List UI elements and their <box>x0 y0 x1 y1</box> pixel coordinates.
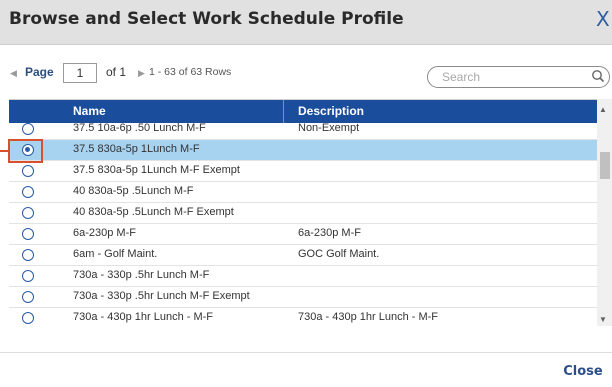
column-header-name[interactable]: Name <box>73 104 106 118</box>
row-description: 730a - 430p 1hr Lunch - M-F <box>298 311 439 323</box>
search-input[interactable] <box>428 67 602 87</box>
table-row[interactable]: 730a - 330p .5hr Lunch M-F <box>9 266 597 287</box>
row-description: Non-Exempt <box>298 123 360 134</box>
table-row[interactable]: 40 830a-5p .5Lunch M-F Exempt <box>9 203 597 224</box>
table-row[interactable]: 37.5 830a-5p 1Lunch M-F Exempt <box>9 161 597 182</box>
table-row[interactable]: 37.5 830a-5p 1Lunch M-F <box>9 140 597 161</box>
search-icon[interactable] <box>591 68 605 84</box>
row-name: 40 830a-5p .5Lunch M-F Exempt <box>73 206 234 218</box>
radio-unselected-icon[interactable] <box>22 312 34 324</box>
row-name: 37.5 830a-5p 1Lunch M-F Exempt <box>73 164 240 176</box>
column-divider <box>283 100 284 123</box>
column-header-description[interactable]: Description <box>298 104 364 118</box>
search-box <box>427 66 610 88</box>
page-count-label: of 1 <box>106 65 127 79</box>
radio-unselected-icon[interactable] <box>22 291 34 303</box>
scroll-thumb[interactable] <box>600 152 610 179</box>
radio-unselected-icon[interactable] <box>22 207 34 219</box>
grid-scrollbar[interactable]: ▲ ▼ <box>597 99 612 326</box>
work-schedule-dialog: Browse and Select Work Schedule Profile … <box>0 0 612 387</box>
page-label: Page <box>25 65 54 79</box>
row-name: 37.5 830a-5p 1Lunch M-F <box>73 143 200 155</box>
close-button[interactable]: Close <box>554 361 612 387</box>
dialog-titlebar: Browse and Select Work Schedule Profile … <box>0 0 612 45</box>
row-description: GOC Golf Maint. <box>298 248 380 260</box>
dialog-title: Browse and Select Work Schedule Profile <box>9 9 404 29</box>
table-row[interactable]: 37.5 10a-6p .50 Lunch M-F Non-Exempt <box>9 123 597 140</box>
row-name: 6a-230p M-F <box>73 227 136 239</box>
scroll-up-icon[interactable]: ▲ <box>599 105 607 114</box>
schedule-grid: Name Description 37.5 10a-6p .50 Lunch M… <box>9 99 612 327</box>
table-row[interactable]: 730a - 330p .5hr Lunch M-F Exempt <box>9 287 597 308</box>
scroll-down-icon[interactable]: ▼ <box>599 315 607 324</box>
row-description: 6a-230p M-F <box>298 227 361 239</box>
row-name: 730a - 330p .5hr Lunch M-F <box>73 269 210 281</box>
table-row[interactable]: 730a - 430p 1hr Lunch - M-F 730a - 430p 1… <box>9 308 597 327</box>
radio-unselected-icon[interactable] <box>22 249 34 261</box>
page-number-input[interactable] <box>63 63 97 83</box>
close-icon[interactable]: X <box>596 7 610 31</box>
radio-unselected-icon[interactable] <box>22 123 34 135</box>
footer-divider <box>0 352 612 353</box>
table-row[interactable]: 40 830a-5p .5Lunch M-F <box>9 182 597 203</box>
grid-header: Name Description <box>9 100 597 123</box>
row-name: 37.5 10a-6p .50 Lunch M-F <box>73 123 206 134</box>
row-count-label: 1 - 63 of 63 Rows <box>149 66 232 78</box>
next-page-icon[interactable]: ▶ <box>138 68 145 79</box>
row-name: 6am - Golf Maint. <box>73 248 158 260</box>
radio-unselected-icon[interactable] <box>22 228 34 240</box>
radio-unselected-icon[interactable] <box>22 165 34 177</box>
selection-highlight-callout <box>8 139 43 163</box>
prev-page-icon[interactable]: ◀ <box>10 68 17 79</box>
row-name: 730a - 330p .5hr Lunch M-F Exempt <box>73 290 250 302</box>
table-row[interactable]: 6a-230p M-F 6a-230p M-F <box>9 224 597 245</box>
row-name: 40 830a-5p .5Lunch M-F <box>73 185 194 197</box>
table-row[interactable]: 6am - Golf Maint. GOC Golf Maint. <box>9 245 597 266</box>
row-name: 730a - 430p 1hr Lunch - M-F <box>73 311 214 323</box>
radio-unselected-icon[interactable] <box>22 270 34 282</box>
grid-body: 37.5 10a-6p .50 Lunch M-F Non-Exempt 37.5 … <box>9 123 597 327</box>
radio-unselected-icon[interactable] <box>22 186 34 198</box>
